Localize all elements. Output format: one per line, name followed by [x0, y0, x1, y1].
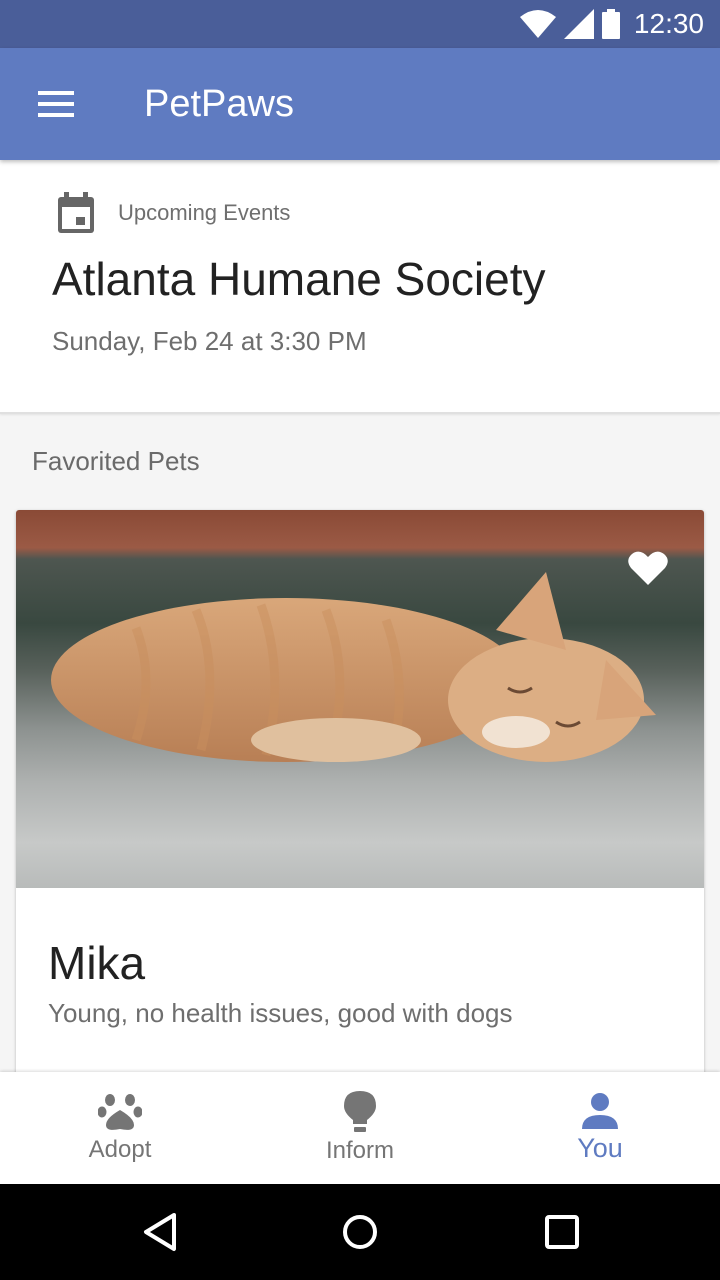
- favorite-button[interactable]: [628, 550, 668, 591]
- event-time: Sunday, Feb 24 at 3:30 PM: [52, 326, 367, 356]
- event-header: Upcoming Events: [56, 192, 290, 234]
- signal-icon: [563, 9, 594, 39]
- kitten-illustration: [51, 572, 656, 762]
- recents-icon[interactable]: [544, 1212, 580, 1252]
- bottom-nav: Adopt Inform You: [0, 1072, 720, 1184]
- person-icon: [582, 1092, 618, 1129]
- event-title: Atlanta Humane Society: [52, 253, 546, 305]
- nav-item-inform[interactable]: Inform: [240, 1072, 480, 1184]
- calendar-icon: [58, 192, 94, 233]
- home-icon[interactable]: [342, 1212, 378, 1252]
- menu-button[interactable]: [0, 48, 112, 160]
- heart-icon: [628, 551, 668, 585]
- nav-label-you: You: [577, 1132, 623, 1163]
- battery-icon: [601, 9, 620, 39]
- paw-icon: [98, 1094, 142, 1130]
- nav-item-you[interactable]: You: [480, 1072, 720, 1184]
- status-time: 12:30: [633, 8, 704, 39]
- status-bar: 12:30: [0, 0, 720, 48]
- app-bar: PetPaws: [0, 48, 720, 160]
- nav-label-adopt: Adopt: [88, 1136, 152, 1163]
- app-title: PetPaws: [144, 82, 294, 125]
- pet-description: Young, no health issues, good with dogs: [48, 998, 513, 1028]
- event-label: Upcoming Events: [118, 200, 291, 225]
- nav-label-inform: Inform: [325, 1137, 394, 1164]
- system-nav-bar: [0, 1184, 720, 1280]
- back-icon[interactable]: [142, 1212, 178, 1252]
- lightbulb-icon: [344, 1091, 376, 1132]
- wifi-icon: [519, 10, 556, 38]
- pet-photo: [16, 510, 704, 888]
- nav-item-adopt[interactable]: Adopt: [0, 1072, 240, 1184]
- pet-name: Mika: [48, 937, 146, 989]
- menu-icon: [38, 91, 74, 117]
- section-title-favorites: Favorited Pets: [32, 446, 200, 476]
